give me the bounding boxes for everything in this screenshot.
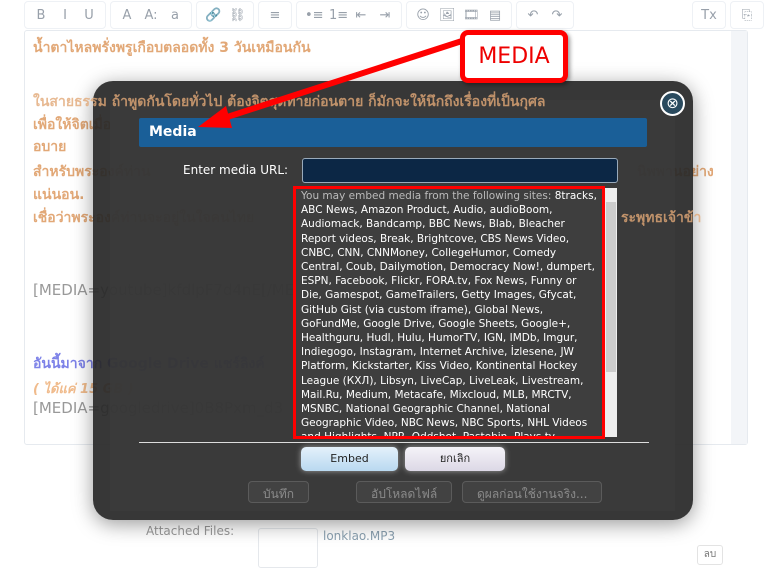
save-button[interactable]: บันทึก	[248, 481, 309, 503]
media-url-input[interactable]	[302, 158, 618, 183]
url-label: Enter media URL:	[183, 163, 289, 177]
toolbar-group: ↶ ↷	[516, 1, 574, 29]
bold-icon[interactable]: B	[33, 8, 49, 23]
cancel-button[interactable]: ยกเลิก	[405, 447, 505, 471]
toolbar-group: A A: a	[110, 1, 192, 29]
unlink-icon[interactable]: ⛓	[229, 8, 246, 23]
indent-icon[interactable]: ⇥	[377, 8, 393, 23]
toolbar-group: BIU	[24, 1, 106, 29]
editor-line: ระพุทธเจ้าข้า	[621, 210, 702, 226]
preview-button[interactable]: ดูผลก่อนใช้งานจริง...	[462, 481, 603, 503]
delete-file-button[interactable]: ลบ	[697, 545, 723, 565]
scrollbar-thumb[interactable]	[606, 202, 616, 372]
media-icon[interactable]: 🎞	[463, 8, 480, 23]
smilie-icon[interactable]: ☺	[415, 8, 431, 23]
toolbar-group: Tx	[692, 1, 726, 29]
supported-sites-list: You may embed media from the following s…	[293, 186, 605, 439]
bullet-list-icon[interactable]: •≡	[305, 8, 324, 23]
media-dialog: Media Enter media URL: You may embed med…	[93, 81, 693, 520]
editor-line: แน่นอน.	[33, 187, 85, 203]
upload-file-button[interactable]: อัปโหลดไฟล์	[356, 481, 453, 503]
sites-intro: You may embed media from the following s…	[301, 190, 552, 202]
font-family-icon[interactable]: a	[167, 8, 183, 23]
redo-icon[interactable]: ↷	[549, 8, 565, 23]
toggle-bbcode-icon[interactable]: ⎘	[739, 8, 755, 23]
link-icon[interactable]: 🔗	[205, 8, 221, 23]
numbered-list-icon[interactable]: 1≡	[329, 8, 348, 23]
close-icon[interactable]: ⊗	[660, 91, 685, 116]
outdent-icon[interactable]: ⇤	[353, 8, 369, 23]
remove-format-icon[interactable]: Tx	[701, 8, 717, 23]
sites-scrollbar[interactable]	[605, 188, 617, 437]
quote-icon[interactable]: ▤	[487, 8, 503, 23]
font-size-icon[interactable]: A:	[143, 8, 159, 23]
sites-text: 8tracks, ABC News, Amazon Product, Audio…	[301, 190, 597, 439]
image-icon[interactable]: 🖼	[439, 8, 456, 23]
dialog-title: Media	[139, 118, 647, 147]
editor-line: อบาย	[33, 139, 67, 155]
toolbar-group: •≡ 1≡ ⇤ ⇥	[296, 1, 402, 29]
editor-line: ในสายธรรม ถ้าพูดกันโดยทั่วไป ต้องจิตสุดท…	[33, 94, 546, 110]
align-icon[interactable]: ≡	[267, 8, 283, 23]
toolbar-group: ⎘	[730, 1, 764, 29]
divider	[139, 442, 649, 443]
undo-icon[interactable]: ↶	[525, 8, 541, 23]
editor-toolbar: B I U A A: a 🔗 ⛓ ≡ •≡ 1≡ ⇤ ⇥ ☺ 🖼 🎞 ▤ ↶ ↷ Tx ⎘	[24, 0, 764, 30]
embed-button[interactable]: Embed	[301, 447, 398, 471]
italic-icon[interactable]: I	[57, 8, 73, 23]
attached-file-name[interactable]: lonklao.MP3	[323, 529, 395, 543]
editor-scrollbar[interactable]	[731, 31, 747, 444]
toolbar-group: ≡	[258, 1, 292, 29]
file-icon	[258, 528, 318, 568]
attached-files-label: Attached Files:	[146, 524, 235, 538]
toolbar-group: ☺ 🖼 🎞 ▤	[406, 1, 512, 29]
underline-icon[interactable]: U	[81, 8, 97, 23]
editor-line: น้ำตาไหลพรั่งพรูเกือบตลอดทั้ง 3 วันเหมือ…	[33, 40, 311, 56]
media-callout: MEDIA	[460, 30, 568, 83]
toolbar-group: 🔗 ⛓	[196, 1, 254, 29]
text-color-icon[interactable]: A	[119, 8, 135, 23]
